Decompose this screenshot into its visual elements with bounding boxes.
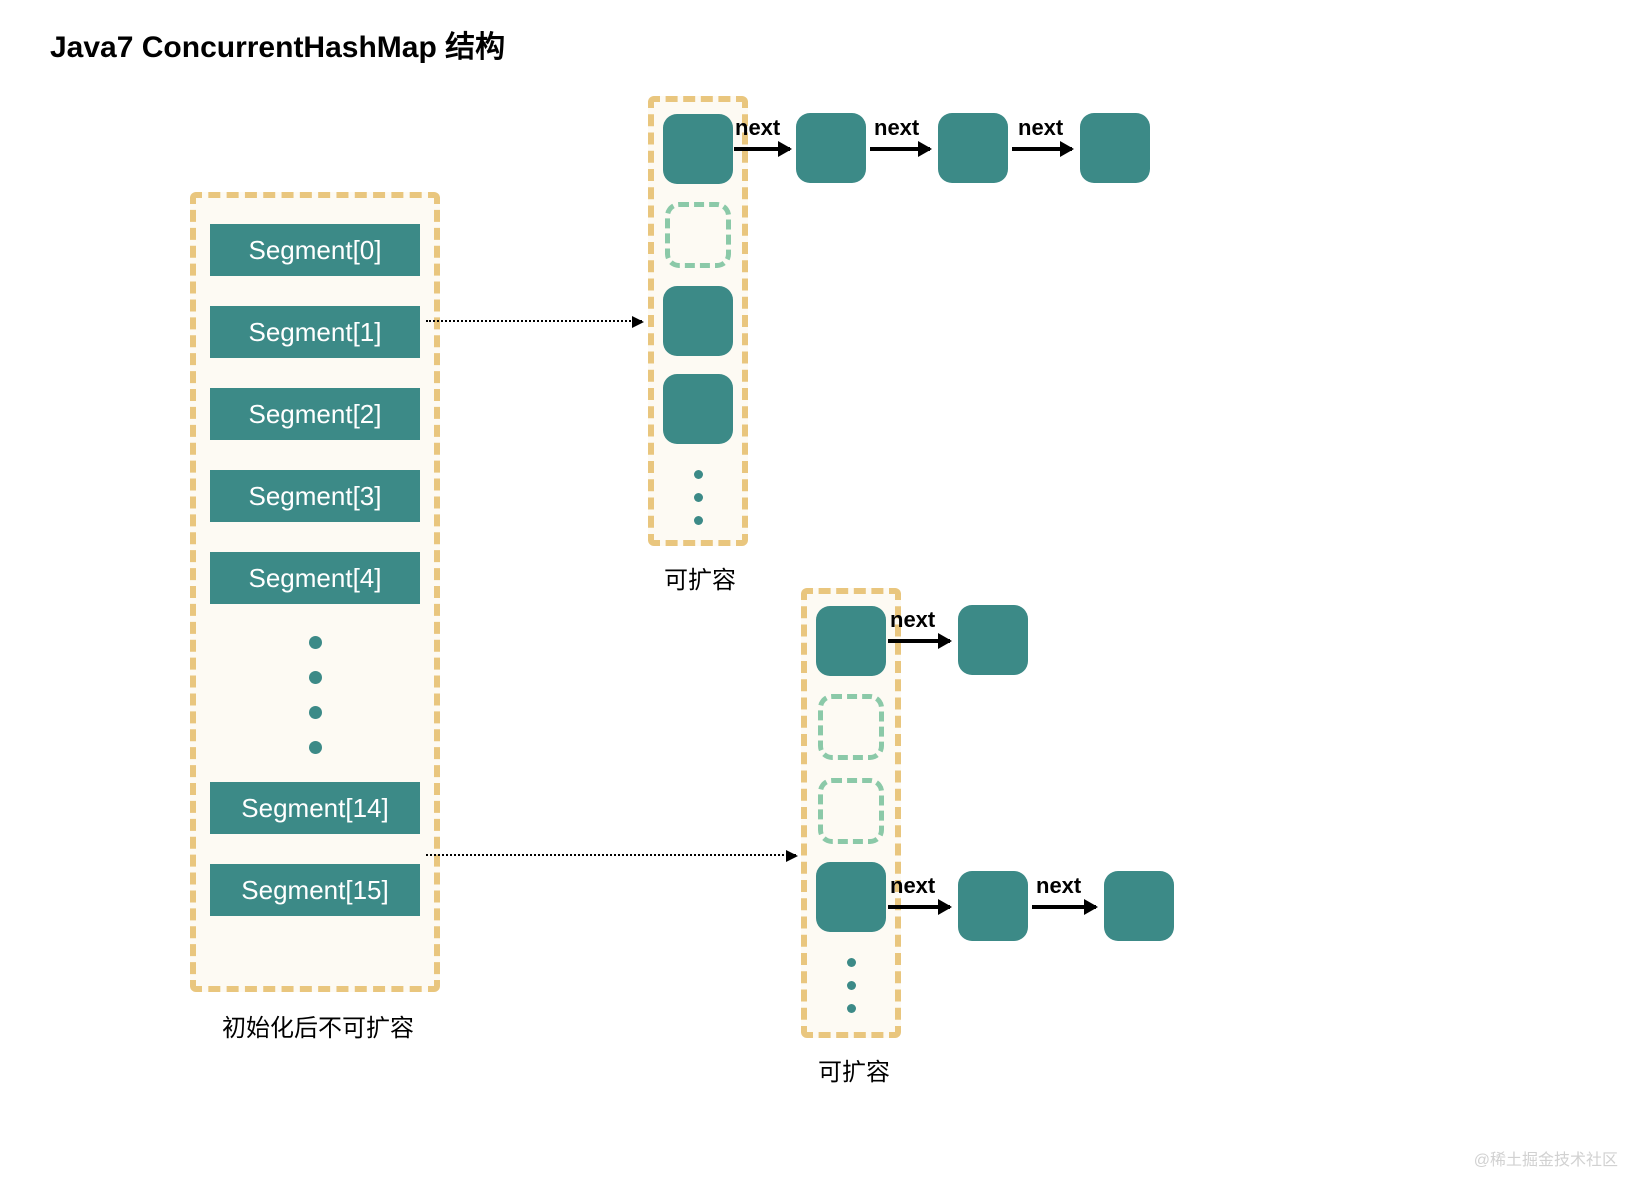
segment-2: Segment[2]: [210, 388, 420, 440]
list-node: [958, 605, 1028, 675]
list-node: [958, 871, 1028, 941]
bucket-empty: [665, 202, 731, 268]
next-arrow: [870, 147, 930, 151]
segment-4: Segment[4]: [210, 552, 420, 604]
expandable-caption-bottom: 可扩容: [818, 1052, 890, 1087]
bucket-node: [663, 114, 733, 184]
next-arrow: [888, 639, 950, 643]
next-arrow: [1012, 147, 1072, 151]
list-node: [1104, 871, 1174, 941]
segments-caption: 初始化后不可扩容: [222, 1008, 414, 1043]
segment-1: Segment[1]: [210, 306, 420, 358]
pointer-arrow-seg1: [426, 320, 642, 322]
pointer-arrow-seg14: [426, 854, 796, 856]
bucket-ellipsis: [847, 950, 856, 1021]
list-node: [938, 113, 1008, 183]
next-label: next: [1018, 115, 1063, 141]
next-label: next: [890, 873, 935, 899]
bucket-ellipsis: [694, 462, 703, 533]
next-arrow: [888, 905, 950, 909]
bucket-node: [663, 374, 733, 444]
expandable-box-bottom: [801, 588, 901, 1038]
bucket-node: [816, 606, 886, 676]
segment-14: Segment[14]: [210, 782, 420, 834]
next-label: next: [1036, 873, 1081, 899]
segments-container: Segment[0] Segment[1] Segment[2] Segment…: [190, 192, 440, 992]
segment-0: Segment[0]: [210, 224, 420, 276]
segment-15: Segment[15]: [210, 864, 420, 916]
segment-3: Segment[3]: [210, 470, 420, 522]
next-label: next: [890, 607, 935, 633]
next-arrow: [734, 147, 790, 151]
bucket-node: [663, 286, 733, 356]
page-title: Java7 ConcurrentHashMap 结构: [50, 22, 505, 66]
bucket-node: [816, 862, 886, 932]
bucket-empty: [818, 778, 884, 844]
list-node: [796, 113, 866, 183]
next-arrow: [1032, 905, 1096, 909]
watermark: @稀土掘金技术社区: [1474, 1146, 1618, 1170]
next-label: next: [874, 115, 919, 141]
segments-ellipsis: [210, 634, 420, 768]
next-label: next: [735, 115, 780, 141]
bucket-empty: [818, 694, 884, 760]
expandable-box-top: [648, 96, 748, 546]
expandable-caption-top: 可扩容: [664, 560, 736, 595]
list-node: [1080, 113, 1150, 183]
